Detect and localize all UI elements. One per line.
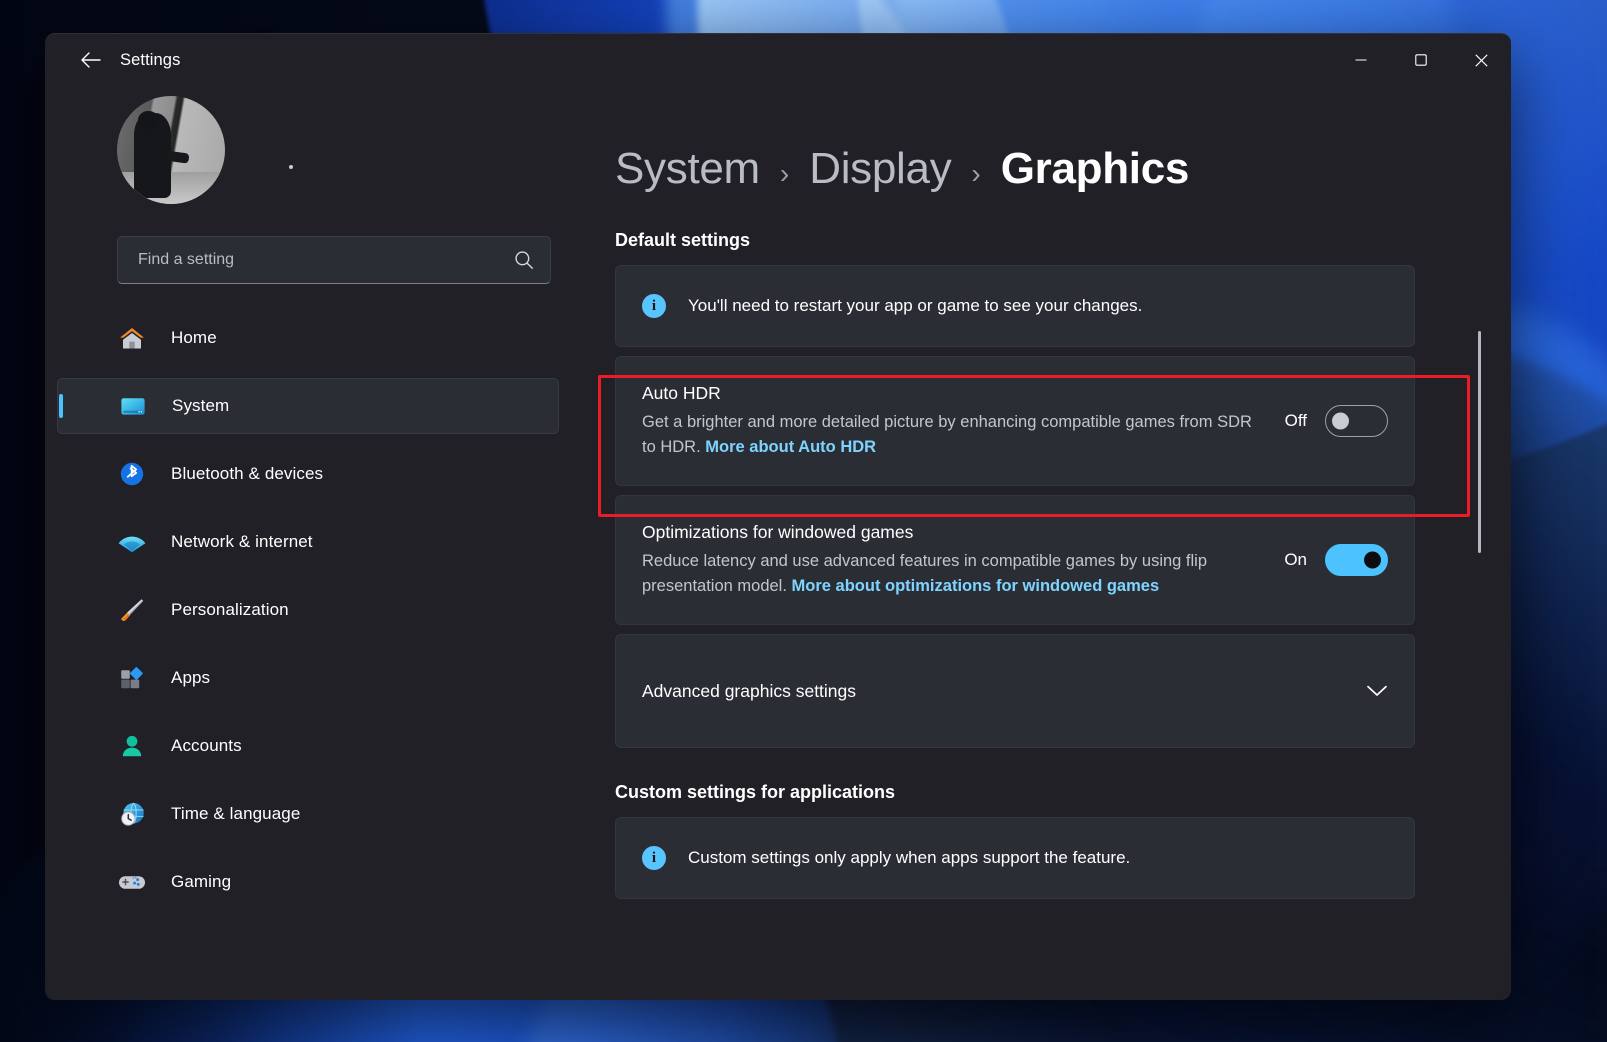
breadcrumb-system[interactable]: System <box>615 144 760 194</box>
minimize-button[interactable] <box>1331 34 1391 86</box>
search-icon[interactable] <box>514 250 534 270</box>
sidebar-item-home[interactable]: Home <box>57 310 559 366</box>
clock-globe-icon <box>117 799 147 829</box>
sidebar-item-label: Network & internet <box>171 532 313 552</box>
windowed-optimizations-toggle[interactable] <box>1325 544 1388 576</box>
sidebar-item-gaming[interactable]: Gaming <box>57 854 559 910</box>
profile-row[interactable] <box>45 86 583 206</box>
custom-settings-notice-card: i Custom settings only apply when apps s… <box>615 817 1415 899</box>
back-arrow-icon <box>80 51 102 69</box>
content-pane: System › Display › Graphics Default sett… <box>583 86 1511 1000</box>
default-settings-heading: Default settings <box>615 230 1511 251</box>
account-icon <box>117 731 147 761</box>
restart-notice-text: You'll need to restart your app or game … <box>688 296 1142 316</box>
custom-settings-heading: Custom settings for applications <box>615 782 1511 803</box>
sidebar-item-apps[interactable]: Apps <box>57 650 559 706</box>
app-title: Settings <box>120 51 180 70</box>
sidebar-item-label: Time & language <box>171 804 300 824</box>
bluetooth-icon <box>117 459 147 489</box>
sidebar-item-network-internet[interactable]: Network & internet <box>57 514 559 570</box>
breadcrumb-separator-icon: › <box>971 158 980 190</box>
sidebar-item-label: Apps <box>171 668 210 688</box>
auto-hdr-toggle[interactable] <box>1325 405 1388 437</box>
home-icon <box>117 323 147 353</box>
auto-hdr-toggle-label: Off <box>1285 411 1307 431</box>
toggle-knob <box>1332 413 1349 430</box>
gamepad-icon <box>117 867 147 897</box>
sidebar-nav: Home <box>45 284 583 910</box>
auto-hdr-learn-more-link[interactable]: More about Auto HDR <box>705 438 876 456</box>
auto-hdr-text-block: Auto HDR Get a brighter and more detaile… <box>642 383 1261 459</box>
chevron-down-icon[interactable] <box>1366 684 1388 698</box>
avatar-photo-floor <box>117 172 225 204</box>
toggle-knob <box>1364 552 1381 569</box>
auto-hdr-description: Get a brighter and more detailed picture… <box>642 410 1261 459</box>
apps-icon <box>117 663 147 693</box>
close-button[interactable] <box>1451 34 1511 86</box>
auto-hdr-card[interactable]: Auto HDR Get a brighter and more detaile… <box>615 356 1415 486</box>
maximize-button[interactable] <box>1391 34 1451 86</box>
settings-window: Settings <box>45 33 1511 1000</box>
windowed-optimizations-card[interactable]: Optimizations for windowed games Reduce … <box>615 495 1415 625</box>
search-input[interactable] <box>138 251 514 269</box>
window-controls <box>1331 34 1511 86</box>
search-container <box>45 206 583 284</box>
info-icon: i <box>642 846 666 870</box>
advanced-graphics-settings-label: Advanced graphics settings <box>642 681 856 702</box>
windowed-optimizations-text-block: Optimizations for windowed games Reduce … <box>642 522 1260 598</box>
sidebar-item-label: Personalization <box>171 600 289 620</box>
display-icon <box>118 391 148 421</box>
custom-settings-notice-text: Custom settings only apply when apps sup… <box>688 848 1130 868</box>
breadcrumb-display[interactable]: Display <box>809 144 951 194</box>
sidebar-item-label: Gaming <box>171 872 231 892</box>
auto-hdr-control-group: Off <box>1285 405 1388 437</box>
wifi-icon <box>117 527 147 557</box>
sidebar-item-label: Accounts <box>171 736 242 756</box>
maximize-icon <box>1415 54 1427 66</box>
breadcrumb-separator-icon: › <box>780 158 789 190</box>
sidebar-item-system[interactable]: System <box>57 378 559 434</box>
sidebar-item-label: System <box>172 396 229 416</box>
profile-marker-dot <box>289 165 293 169</box>
breadcrumb: System › Display › Graphics <box>607 144 1511 194</box>
windowed-optimizations-learn-more-link[interactable]: More about optimizations for windowed ga… <box>792 577 1160 595</box>
info-icon: i <box>642 294 666 318</box>
sidebar: Home <box>45 86 583 1000</box>
breadcrumb-graphics: Graphics <box>1001 144 1189 194</box>
search-box[interactable] <box>117 236 551 284</box>
close-icon <box>1475 54 1488 67</box>
auto-hdr-title: Auto HDR <box>642 383 1261 404</box>
window-body: Home <box>45 86 1511 1000</box>
restart-notice-card: i You'll need to restart your app or gam… <box>615 265 1415 347</box>
minimize-icon <box>1355 54 1367 66</box>
windowed-optimizations-control-group: On <box>1284 544 1388 576</box>
content-inner: System › Display › Graphics Default sett… <box>607 86 1511 899</box>
sidebar-item-accounts[interactable]: Accounts <box>57 718 559 774</box>
sidebar-item-time-language[interactable]: Time & language <box>57 786 559 842</box>
back-button[interactable] <box>70 42 112 78</box>
content-scrollbar[interactable] <box>1478 331 1481 553</box>
section-spacer <box>607 748 1511 782</box>
sidebar-item-label: Home <box>171 328 217 348</box>
desktop-background: Settings <box>0 0 1607 1042</box>
sidebar-item-label: Bluetooth & devices <box>171 464 323 484</box>
windowed-optimizations-description: Reduce latency and use advanced features… <box>642 549 1260 598</box>
sidebar-item-personalization[interactable]: Personalization <box>57 582 559 638</box>
advanced-graphics-settings-expander[interactable]: Advanced graphics settings <box>615 634 1415 748</box>
sidebar-item-bluetooth-devices[interactable]: Bluetooth & devices <box>57 446 559 502</box>
avatar[interactable] <box>117 96 225 204</box>
title-bar: Settings <box>45 34 1511 86</box>
brush-icon <box>117 595 147 625</box>
windowed-optimizations-toggle-label: On <box>1284 550 1307 570</box>
windowed-optimizations-title: Optimizations for windowed games <box>642 522 1260 543</box>
